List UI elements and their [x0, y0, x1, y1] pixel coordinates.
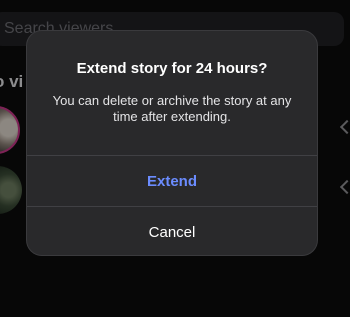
extend-story-dialog: Extend story for 24 hours? You can delet…	[26, 30, 318, 256]
dialog-title: Extend story for 24 hours?	[76, 60, 268, 77]
dialog-message: You can delete or archive the story at a…	[52, 93, 292, 124]
cancel-button[interactable]: Cancel	[27, 207, 317, 255]
extend-button[interactable]: Extend	[27, 156, 317, 206]
